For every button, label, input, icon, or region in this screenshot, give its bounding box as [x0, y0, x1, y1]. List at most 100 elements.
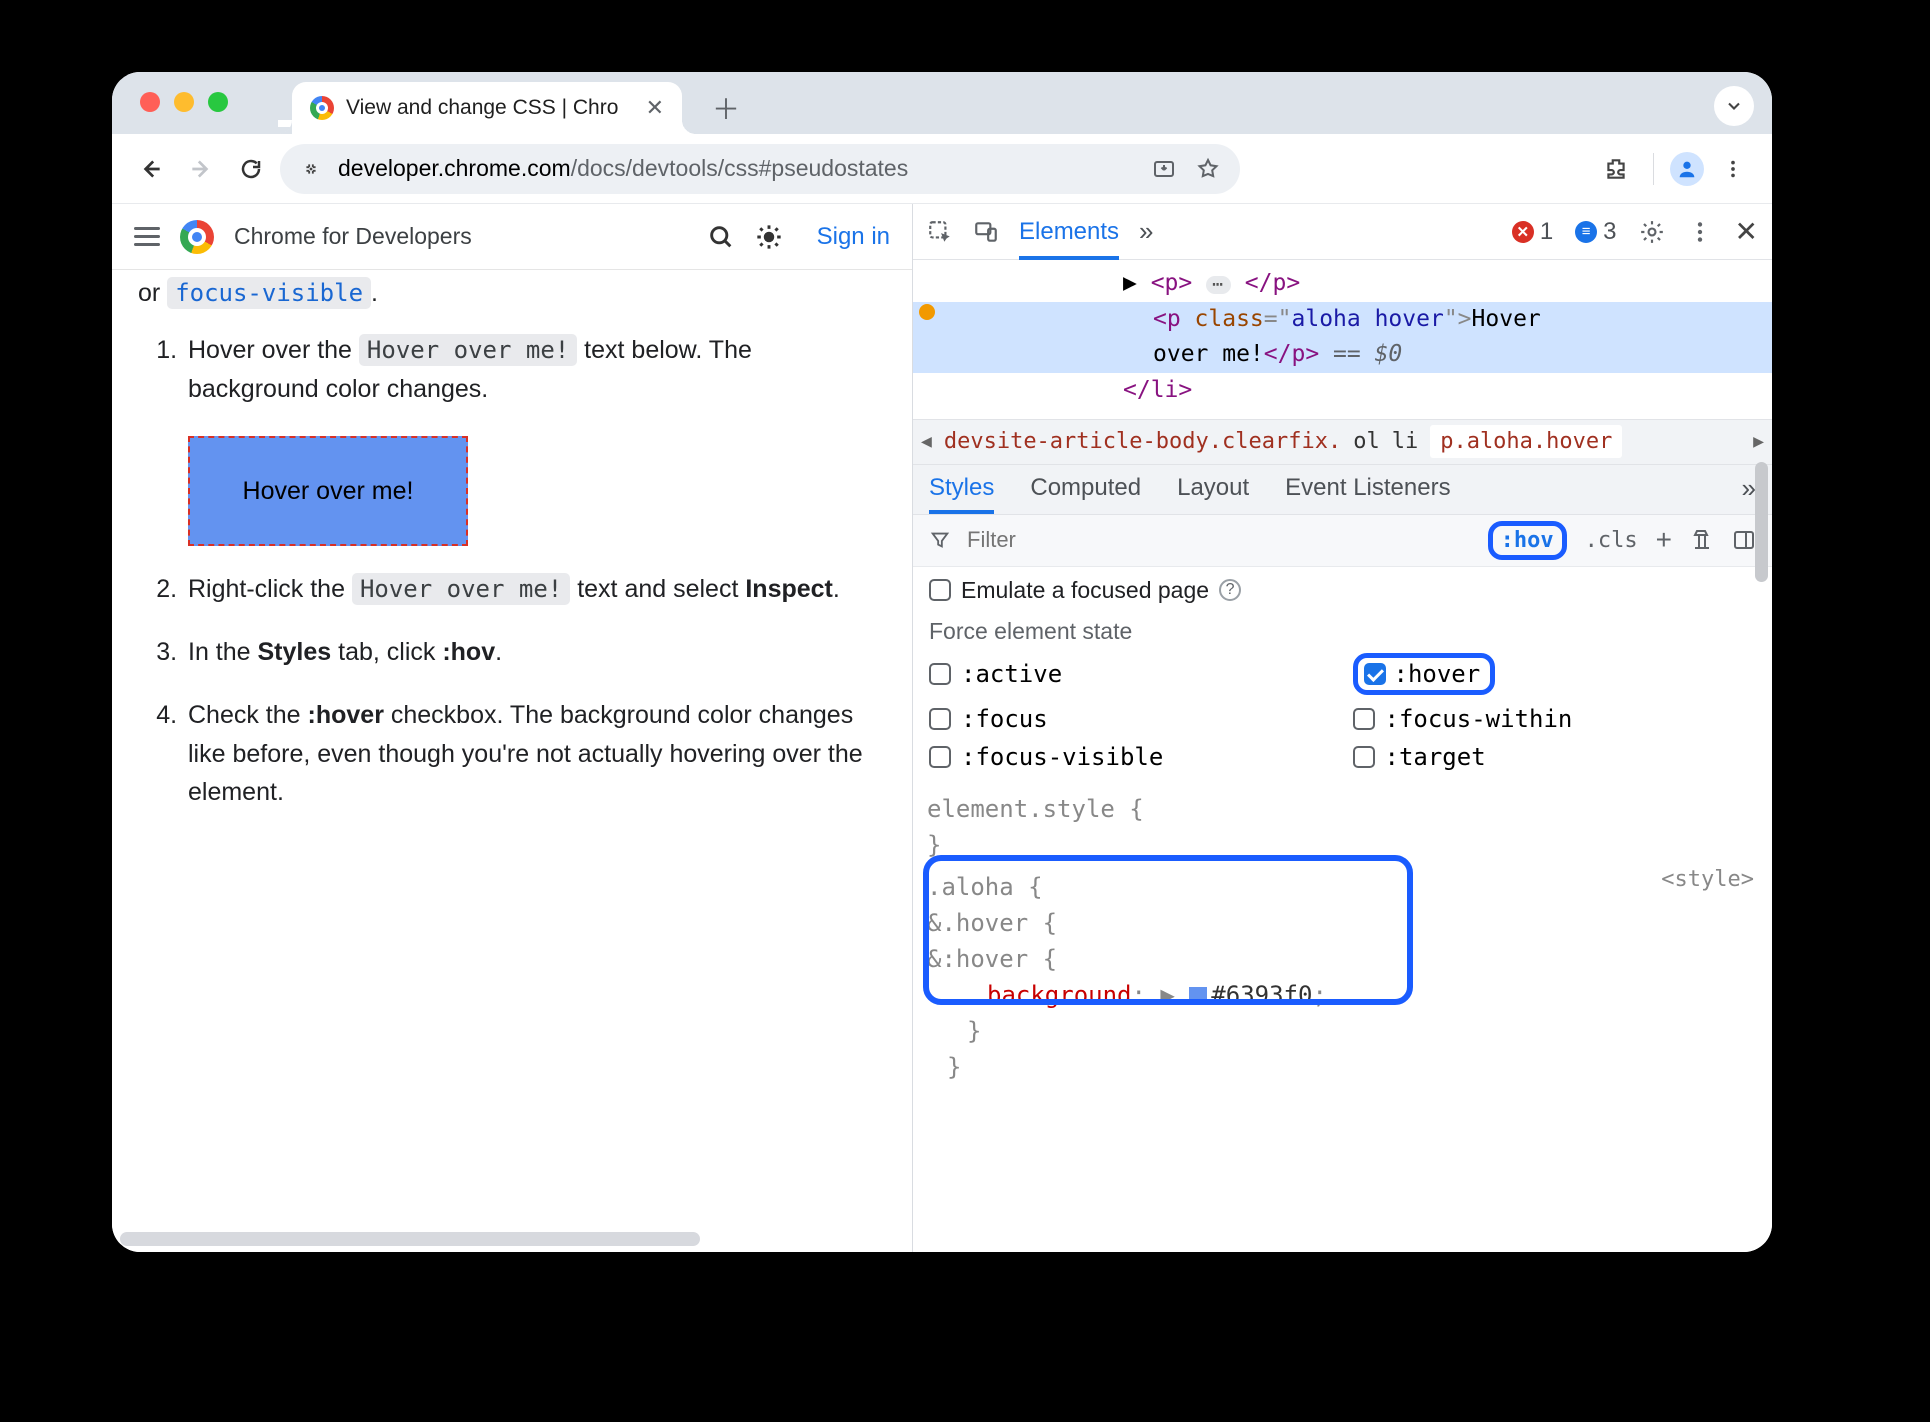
focus-within-checkbox[interactable]	[1353, 708, 1375, 730]
step-3-tail: .	[495, 638, 502, 666]
state-label: :focus-within	[1385, 705, 1573, 733]
crumb-item[interactable]: devsite-article-body.clearfix.	[944, 429, 1341, 454]
new-tab-button[interactable]: ＋	[706, 88, 746, 128]
message-count[interactable]: ≡3	[1575, 218, 1616, 246]
bookmark-icon[interactable]	[1196, 157, 1220, 181]
devtools-topbar: Elements » ✕1 ≡3 ✕	[913, 204, 1772, 260]
tab-computed[interactable]: Computed	[1030, 474, 1141, 514]
cls-toggle-button[interactable]: .cls	[1585, 528, 1638, 553]
maximize-window-button[interactable]	[208, 92, 228, 112]
dom-selected-indicator: $0	[1375, 341, 1403, 367]
rule-element-style[interactable]: element.style {	[927, 795, 1144, 823]
state-focus-visible[interactable]: :focus-visible	[929, 743, 1333, 771]
computed-sidebar-icon[interactable]	[1732, 528, 1756, 552]
dom-eq: ==	[1319, 341, 1374, 367]
expand-toggle-icon[interactable]: ▶	[1123, 270, 1151, 296]
rule-property[interactable]: background	[987, 981, 1132, 1009]
color-swatch[interactable]	[1189, 987, 1207, 1005]
elements-tab[interactable]: Elements	[1019, 218, 1119, 260]
state-target[interactable]: :target	[1353, 743, 1757, 771]
tab-event-listeners[interactable]: Event Listeners	[1285, 474, 1450, 514]
close-tab-button[interactable]: ✕	[646, 95, 664, 121]
dom-text: Hover	[1472, 306, 1555, 332]
browser-tab[interactable]: View and change CSS | Chro ✕	[292, 82, 682, 134]
state-focus[interactable]: :focus	[929, 705, 1333, 733]
theme-toggle-icon[interactable]	[755, 223, 783, 251]
page-horizontal-scrollbar[interactable]	[120, 1232, 904, 1246]
hover-over-me-demo[interactable]: Hover over me!	[188, 436, 468, 546]
force-state-title: Force element state	[913, 614, 1772, 653]
install-app-icon[interactable]	[1152, 157, 1176, 181]
rule-selector[interactable]: .aloha {	[927, 873, 1043, 901]
rule-source-link[interactable]: <style>	[1661, 863, 1754, 896]
target-checkbox[interactable]	[1353, 746, 1375, 768]
emulate-focused-checkbox[interactable]	[929, 579, 951, 601]
close-devtools-button[interactable]: ✕	[1735, 215, 1758, 248]
dom-selected-line[interactable]: <p class="aloha hover">Hover over me!</p…	[913, 302, 1772, 373]
extensions-button[interactable]	[1595, 148, 1637, 190]
state-label: :active	[961, 660, 1062, 688]
search-icon[interactable]	[707, 223, 735, 251]
crumb-item[interactable]: ol	[1353, 429, 1380, 454]
more-tabs-icon[interactable]: »	[1139, 216, 1153, 247]
dom-line[interactable]: </li>	[923, 373, 1762, 409]
focus-checkbox[interactable]	[929, 708, 951, 730]
help-icon[interactable]: ?	[1219, 579, 1241, 601]
devtools-scrollbar[interactable]	[1755, 262, 1768, 1242]
rule-selector[interactable]: &:hover {	[927, 945, 1057, 973]
reload-button[interactable]	[230, 148, 272, 190]
chrome-logo-icon	[180, 220, 214, 254]
rule-close: }	[947, 1053, 961, 1081]
error-count[interactable]: ✕1	[1512, 218, 1553, 246]
forward-button[interactable]	[180, 148, 222, 190]
dom-tree[interactable]: ▶ <p> ⋯ </p> <p class="aloha hover">Hove…	[913, 260, 1772, 419]
profile-button[interactable]	[1670, 152, 1704, 186]
rule-selector[interactable]: &.hover {	[927, 909, 1057, 937]
state-label: :target	[1385, 743, 1486, 771]
crumb-prev-icon[interactable]: ◀	[921, 431, 932, 452]
devtools-menu-icon[interactable]	[1687, 219, 1713, 245]
state-active[interactable]: :active	[929, 653, 1333, 695]
step-3-m: tab, click	[338, 638, 442, 666]
site-info-icon[interactable]	[300, 158, 322, 180]
tab-styles[interactable]: Styles	[929, 474, 994, 514]
inspect-element-icon[interactable]	[927, 219, 953, 245]
menu-button[interactable]	[134, 227, 160, 246]
crumb-item[interactable]: li	[1392, 429, 1419, 454]
dom-line[interactable]: ▶ <p> ⋯ </p>	[923, 266, 1762, 302]
address-bar[interactable]: developer.chrome.com/docs/devtools/css#p…	[280, 144, 1240, 194]
hov-toggle-button[interactable]: :hov	[1488, 521, 1567, 560]
step-3-b1: Styles	[258, 638, 332, 666]
state-focus-within[interactable]: :focus-within	[1353, 705, 1757, 733]
dom-tag: </li>	[1123, 377, 1192, 403]
step-2: Right-click the Hover over me! text and …	[184, 570, 886, 609]
device-toggle-icon[interactable]	[973, 219, 999, 245]
more-subtabs-icon[interactable]: »	[1742, 473, 1756, 514]
sign-in-link[interactable]: Sign in	[817, 223, 890, 251]
state-hover[interactable]: :hover	[1353, 653, 1757, 695]
filter-input[interactable]	[965, 526, 1205, 554]
new-style-rule-icon[interactable]: +	[1656, 524, 1672, 556]
minimize-window-button[interactable]	[174, 92, 194, 112]
step-2-tail: .	[833, 575, 840, 603]
ellipsis-icon[interactable]: ⋯	[1206, 276, 1231, 294]
back-button[interactable]	[130, 148, 172, 190]
close-window-button[interactable]	[140, 92, 160, 112]
dom-tag: <p>	[1151, 270, 1193, 296]
emulate-focused-row[interactable]: Emulate a focused page ?	[913, 567, 1772, 614]
settings-icon[interactable]	[1639, 219, 1665, 245]
tab-search-button[interactable]	[1714, 86, 1754, 126]
dom-breadcrumbs[interactable]: ◀ devsite-article-body.clearfix. ol li p…	[913, 419, 1772, 465]
focus-visible-checkbox[interactable]	[929, 746, 951, 768]
state-label: :focus	[961, 705, 1048, 733]
tab-layout[interactable]: Layout	[1177, 474, 1249, 514]
styles-subtabs: Styles Computed Layout Event Listeners »	[913, 465, 1772, 515]
copy-styles-icon[interactable]	[1690, 528, 1714, 552]
crumb-item-selected[interactable]: p.aloha.hover	[1430, 425, 1622, 458]
style-rules[interactable]: element.style { } .aloha { &.hover { &:h…	[913, 785, 1772, 1105]
hover-checkbox[interactable]	[1364, 663, 1386, 685]
active-checkbox[interactable]	[929, 663, 951, 685]
chrome-menu-button[interactable]	[1712, 148, 1754, 190]
webpage-pane: Chrome for Developers Sign in or focus-v…	[112, 204, 912, 1252]
rule-value[interactable]: #6393f0	[1211, 981, 1312, 1009]
